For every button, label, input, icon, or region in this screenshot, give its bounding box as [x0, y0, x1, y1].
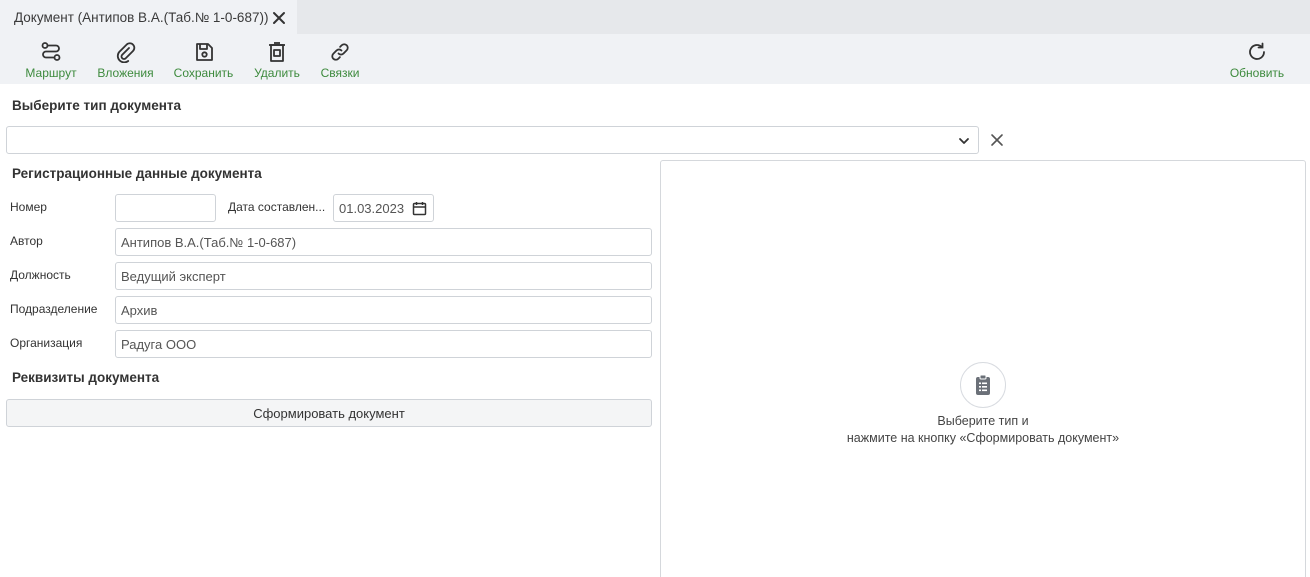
refresh-button[interactable]: Обновить [1229, 34, 1285, 84]
route-label: Маршрут [25, 66, 77, 80]
number-input[interactable] [115, 194, 216, 222]
tab-title: Документ (Антипов В.А.(Таб.№ 1-0-687)) [14, 9, 269, 25]
preview-panel: Выберите тип и нажмите на кнопку «Сформи… [660, 160, 1306, 577]
delete-button[interactable]: Удалить [253, 34, 301, 84]
organization-label: Организация [10, 336, 83, 350]
author-value: Антипов В.А.(Таб.№ 1-0-687) [121, 234, 297, 250]
tab-document[interactable]: Документ (Антипов В.А.(Таб.№ 1-0-687)) [0, 0, 297, 34]
registration-title: Регистрационные данные документа [12, 166, 262, 181]
organization-field[interactable]: Радуга ООО [115, 330, 652, 358]
department-field[interactable]: Архив [115, 296, 652, 324]
number-label: Номер [10, 200, 47, 214]
generate-document-button[interactable]: Сформировать документ [6, 399, 652, 427]
refresh-icon [1249, 42, 1265, 60]
department-label: Подразделение [10, 302, 98, 316]
clear-icon[interactable] [990, 133, 1004, 147]
save-button[interactable]: Сохранить [173, 34, 234, 84]
requisites-title: Реквизиты документа [12, 370, 160, 385]
delete-label: Удалить [254, 66, 300, 80]
route-icon [41, 42, 61, 61]
route-button[interactable]: Маршрут [25, 34, 77, 84]
links-label: Связки [320, 66, 360, 80]
chevron-down-icon [959, 138, 969, 144]
date-label: Дата составлен... [228, 200, 326, 214]
calendar-icon[interactable] [412, 201, 427, 216]
position-label: Должность [10, 268, 71, 282]
save-icon [195, 43, 213, 61]
doc-type-title: Выберите тип документа [12, 98, 182, 113]
author-field[interactable]: Антипов В.А.(Таб.№ 1-0-687) [115, 228, 652, 256]
links-button[interactable]: Связки [320, 34, 360, 84]
preview-hint-line2: нажмите на кнопку «Сформировать документ… [846, 431, 1120, 445]
doc-type-select[interactable] [6, 126, 979, 154]
position-value: Ведущий эксперт [121, 268, 226, 284]
date-value: 01.03.2023 [339, 200, 405, 216]
preview-hint-line1: Выберите тип и [937, 414, 1029, 428]
clipboard-icon [960, 362, 1006, 408]
paperclip-icon [116, 42, 135, 63]
date-input[interactable]: 01.03.2023 [333, 194, 434, 222]
author-label: Автор [10, 234, 43, 248]
refresh-label: Обновить [1229, 66, 1285, 80]
attachments-label: Вложения [97, 66, 154, 80]
delete-icon [269, 42, 285, 62]
close-icon[interactable] [272, 11, 286, 25]
attachments-button[interactable]: Вложения [97, 34, 154, 84]
toolbar: Маршрут Вложения Сохранить Удалить Связк… [0, 34, 1310, 84]
position-field[interactable]: Ведущий эксперт [115, 262, 652, 290]
organization-value: Радуга ООО [121, 336, 197, 352]
department-value: Архив [121, 302, 158, 318]
save-label: Сохранить [173, 66, 234, 80]
link-icon [331, 43, 349, 61]
tab-bar: Документ (Антипов В.А.(Таб.№ 1-0-687)) [0, 0, 1310, 34]
